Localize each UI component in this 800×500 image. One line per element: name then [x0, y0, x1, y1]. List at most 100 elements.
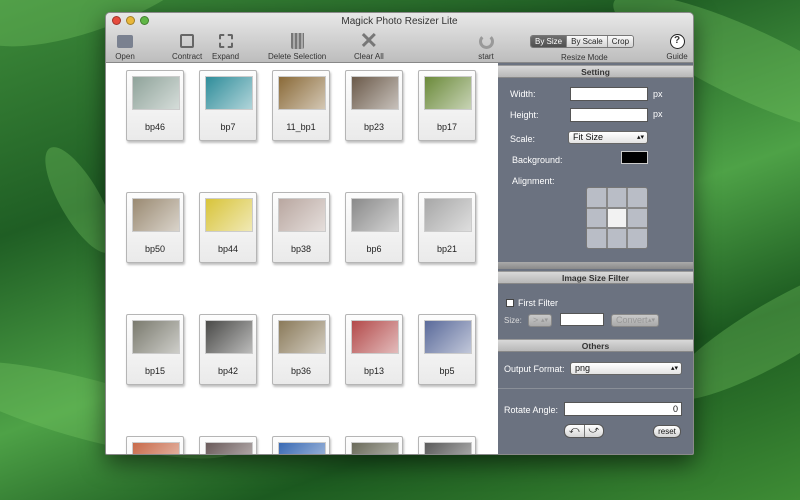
thumbnail-label: bp6 — [366, 244, 382, 254]
scale-label: Scale: — [510, 134, 536, 144]
align-top-right[interactable] — [628, 188, 647, 207]
thumbnail-image — [205, 442, 253, 454]
open-button[interactable]: Open — [114, 31, 136, 61]
image-thumbnail[interactable]: bp6 — [345, 192, 403, 263]
image-thumbnail[interactable]: bp38 — [272, 192, 330, 263]
scale-select[interactable]: Fit Size ▴▾ — [568, 131, 648, 144]
size-label: Size: — [504, 316, 522, 325]
clear-x-icon: ✕ — [359, 28, 379, 53]
start-button[interactable]: start — [475, 31, 497, 61]
panel-splitter[interactable] — [498, 262, 693, 269]
height-input[interactable] — [570, 108, 648, 122]
first-filter-label: First Filter — [518, 298, 558, 308]
resize-mode-segmented-control: By Size By Scale Crop — [530, 35, 635, 48]
guide-button[interactable]: ? Guide — [666, 31, 688, 61]
image-thumbnail[interactable]: bp46 — [126, 70, 184, 141]
chevron-updown-icon: ▴▾ — [636, 134, 644, 141]
align-center[interactable] — [607, 208, 627, 228]
clear-all-button[interactable]: ✕ Clear All — [354, 28, 384, 62]
thumbnail-image — [351, 198, 399, 232]
contract-button[interactable]: Contract — [172, 31, 202, 61]
image-thumbnail[interactable] — [199, 436, 257, 454]
image-thumbnail[interactable]: 11_bp1 — [272, 70, 330, 141]
question-icon: ? — [669, 33, 685, 49]
rotate-angle-input[interactable]: 0 — [564, 402, 682, 416]
alignment-label: Alignment: — [512, 176, 555, 186]
image-thumbnail[interactable]: bp23 — [345, 70, 403, 141]
thumbnail-image — [205, 320, 253, 354]
rotate-angle-label: Rotate Angle: — [504, 405, 559, 415]
settings-panel: Setting Width: px Height: px Scale: Fit … — [498, 63, 693, 454]
thumbnail-image — [132, 320, 180, 354]
image-thumbnail[interactable]: bp42 — [199, 314, 257, 385]
app-window: Magick Photo Resizer Lite Open Contract … — [105, 12, 694, 455]
image-thumbnail[interactable]: bp36 — [272, 314, 330, 385]
delete-selection-button[interactable]: Delete Selection — [268, 31, 326, 61]
mode-by-size[interactable]: By Size — [531, 36, 568, 47]
chevron-updown-icon: ▴▾ — [670, 365, 678, 372]
thumbnail-image — [205, 76, 253, 110]
trash-icon — [290, 33, 304, 49]
width-label: Width: — [510, 89, 536, 99]
image-thumbnail[interactable]: bp17 — [418, 70, 476, 141]
image-thumbnail[interactable]: bp50 — [126, 192, 184, 263]
expand-icon — [218, 34, 233, 48]
thumbnail-label: bp13 — [363, 366, 385, 376]
thumbnail-label: bp15 — [144, 366, 166, 376]
image-thumbnail[interactable] — [126, 436, 184, 454]
expand-button[interactable]: Expand — [212, 31, 239, 61]
image-thumbnail[interactable] — [418, 436, 476, 454]
image-thumbnail[interactable]: bp7 — [199, 70, 257, 141]
thumbnail-image — [424, 76, 472, 110]
first-filter-checkbox[interactable] — [506, 299, 514, 307]
output-format-select[interactable]: png ▴▾ — [570, 362, 682, 375]
image-thumbnail[interactable]: bp44 — [199, 192, 257, 263]
align-left[interactable] — [587, 208, 606, 228]
thumbnail-image — [424, 198, 472, 232]
others-header: Others — [498, 339, 693, 352]
background-color-well[interactable] — [621, 151, 648, 164]
image-gallery[interactable]: bp46 bp7 11_bp1 bp23 bp17 bp50 bp44 bp38 bp6 bp21… — [106, 63, 498, 454]
image-thumbnail[interactable] — [345, 436, 403, 454]
thumbnail-label: bp5 — [439, 366, 455, 376]
mode-by-scale[interactable]: By Scale — [567, 36, 608, 47]
thumbnail-label: bp23 — [363, 122, 385, 132]
image-thumbnail[interactable]: bp5 — [418, 314, 476, 385]
output-format-label: Output Format: — [504, 364, 565, 374]
reset-button[interactable]: reset — [653, 425, 681, 438]
thumbnail-image — [278, 198, 326, 232]
mode-crop[interactable]: Crop — [607, 36, 634, 47]
align-bottom-left[interactable] — [587, 229, 606, 248]
height-label: Height: — [510, 110, 539, 120]
thumbnail-image — [424, 320, 472, 354]
setting-header: Setting — [498, 65, 693, 78]
align-top-left[interactable] — [587, 188, 606, 207]
thumbnail-label: 11_bp1 — [286, 122, 316, 132]
thumbnail-image — [132, 76, 180, 110]
rotate-left-icon[interactable]: ⤺ — [565, 425, 585, 437]
thumbnail-image — [351, 320, 399, 354]
thumbnail-image — [424, 442, 472, 454]
align-bottom[interactable] — [607, 229, 627, 248]
rotate-buttons: ⤺ ⤻ — [564, 424, 604, 438]
convert-select[interactable]: Convert ▴▾ — [611, 314, 659, 327]
image-thumbnail[interactable]: bp13 — [345, 314, 403, 385]
thumbnail-image — [132, 198, 180, 232]
width-unit: px — [653, 89, 663, 99]
folder-icon — [117, 34, 133, 48]
thumbnail-image — [278, 320, 326, 354]
align-top[interactable] — [607, 188, 627, 207]
rotate-right-icon[interactable]: ⤻ — [585, 425, 604, 437]
align-bottom-right[interactable] — [628, 229, 647, 248]
align-right[interactable] — [628, 208, 647, 228]
compare-select[interactable]: > ▴▾ — [528, 314, 552, 327]
image-thumbnail[interactable]: bp21 — [418, 192, 476, 263]
thumbnail-image — [351, 76, 399, 110]
thumbnail-label: bp42 — [217, 366, 239, 376]
toolbar: Magick Photo Resizer Lite Open Contract … — [106, 13, 693, 63]
image-thumbnail[interactable] — [272, 436, 330, 454]
image-thumbnail[interactable]: bp15 — [126, 314, 184, 385]
width-input[interactable] — [570, 87, 648, 101]
size-input[interactable] — [560, 313, 604, 326]
resize-mode-label: Resize Mode — [561, 53, 608, 62]
